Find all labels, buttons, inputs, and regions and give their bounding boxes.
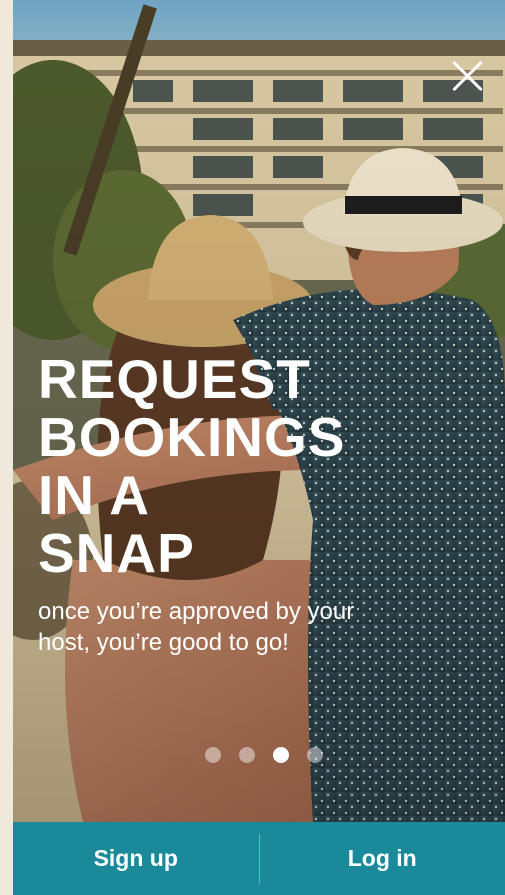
headline-line: REQUEST	[38, 348, 311, 410]
footer-bar: Sign up Log in	[13, 822, 505, 895]
close-icon[interactable]	[449, 58, 485, 94]
headline-line: IN A	[38, 464, 150, 526]
headline-line: SNAP	[38, 522, 195, 584]
slide-headline: REQUEST BOOKINGS IN A SNAP	[38, 350, 478, 582]
sign-up-button[interactable]: Sign up	[13, 822, 259, 895]
log-in-button[interactable]: Log in	[260, 822, 505, 895]
onboarding-screen: REQUEST BOOKINGS IN A SNAP once you’re appr…	[13, 0, 505, 895]
pagination-dot[interactable]	[273, 747, 289, 763]
pagination-dot[interactable]	[205, 747, 221, 763]
pagination-dot[interactable]	[239, 747, 255, 763]
pagination-dot[interactable]	[307, 747, 323, 763]
headline-line: BOOKINGS	[38, 406, 346, 468]
pagination-dots	[205, 746, 323, 764]
slide-subtext: once you’re approved by your host, you’r…	[38, 598, 355, 656]
